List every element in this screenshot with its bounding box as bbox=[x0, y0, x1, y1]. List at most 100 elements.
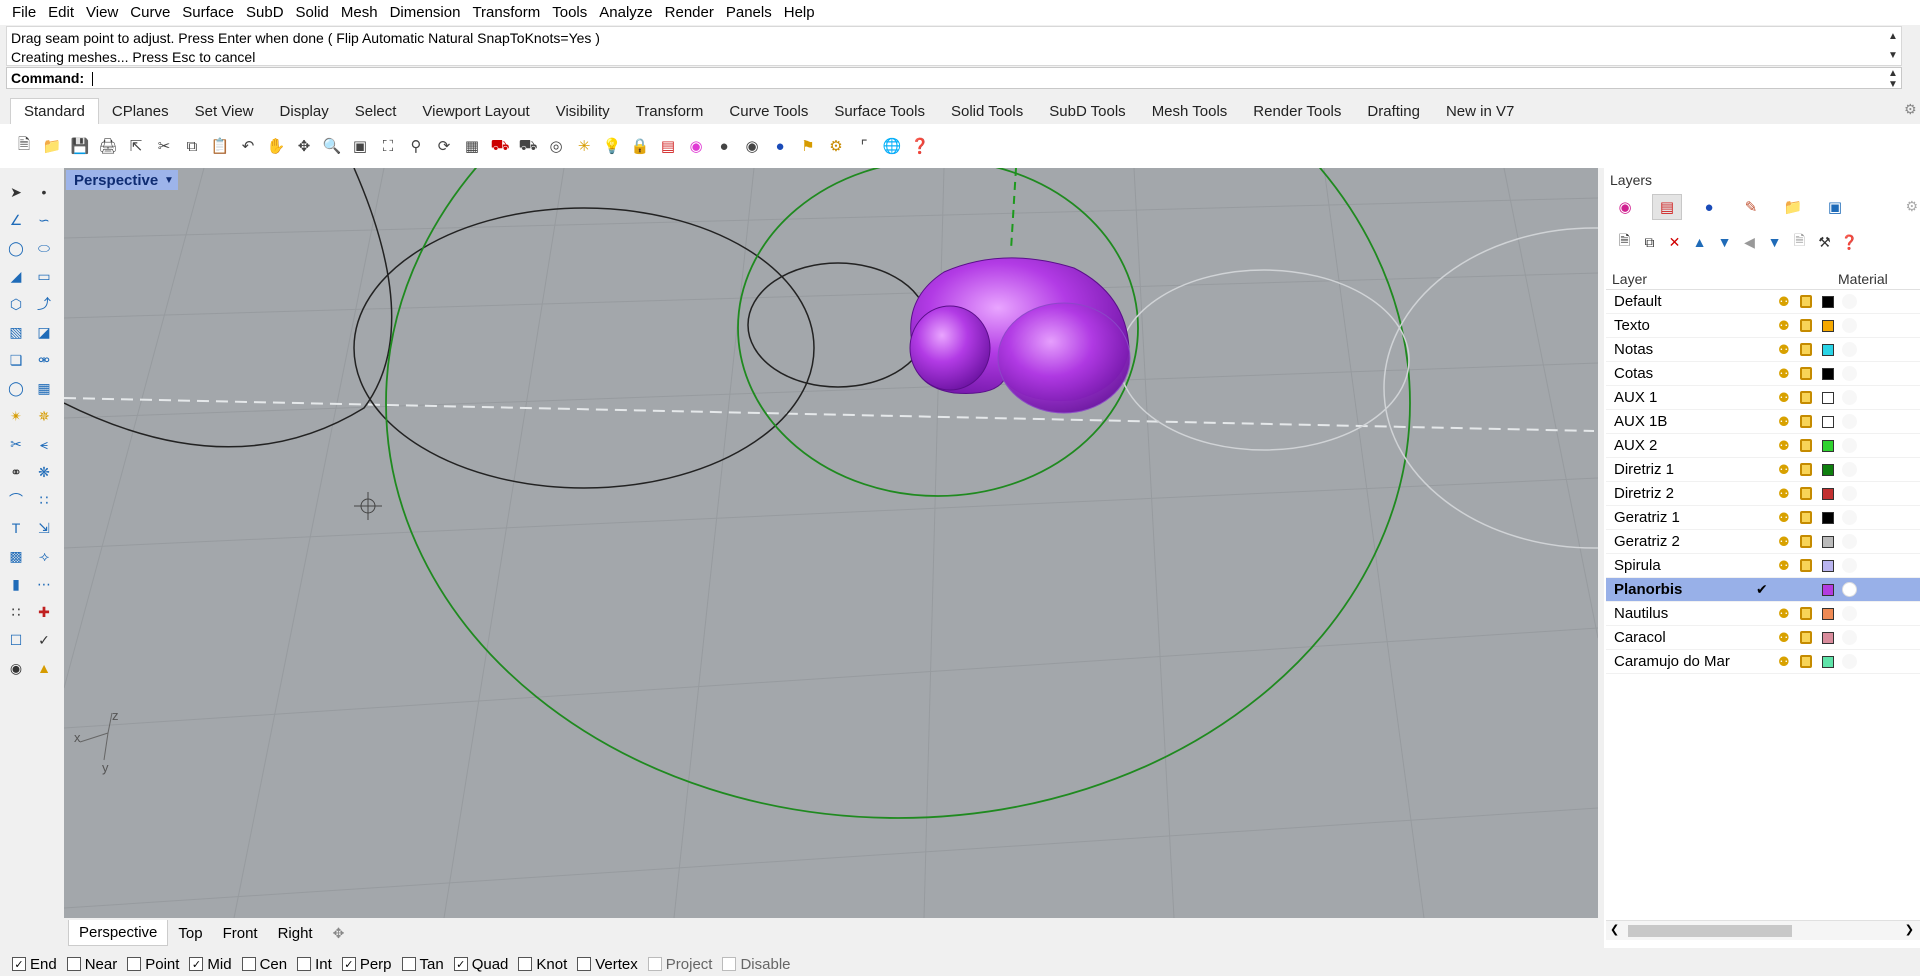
menu-solid[interactable]: Solid bbox=[290, 4, 335, 21]
print-icon[interactable]: 🖨 bbox=[96, 134, 120, 158]
libraries-panel-folder-icon[interactable]: 📁 bbox=[1778, 194, 1808, 220]
tab-subd-tools[interactable]: SubD Tools bbox=[1036, 99, 1138, 124]
menu-subd[interactable]: SubD bbox=[240, 4, 290, 21]
viewport-tab-right[interactable]: Right bbox=[268, 921, 323, 946]
split-icon[interactable]: ⪪ bbox=[32, 432, 56, 456]
layer-material-swatch[interactable] bbox=[1842, 366, 1857, 381]
extrude-surface-icon[interactable]: ◪ bbox=[32, 320, 56, 344]
toolbar-options-gear-icon[interactable]: ⚙ bbox=[1904, 101, 1917, 118]
tab-mesh-tools[interactable]: Mesh Tools bbox=[1139, 99, 1241, 124]
unlock-icon[interactable] bbox=[1800, 343, 1812, 356]
osnap-perp[interactable]: ✓ Perp bbox=[341, 956, 392, 973]
menu-file[interactable]: File bbox=[6, 4, 42, 21]
layer-color-swatch[interactable] bbox=[1822, 392, 1834, 404]
layer-material-swatch[interactable] bbox=[1842, 390, 1857, 405]
boolean-union-icon[interactable]: ⚮ bbox=[32, 348, 56, 372]
layer-material-swatch[interactable] bbox=[1842, 414, 1857, 429]
add-viewport-tab-icon[interactable]: ✥ bbox=[323, 921, 355, 946]
polyline-icon[interactable]: ∠ bbox=[4, 208, 28, 232]
dimension-tool-icon[interactable]: ⋯ bbox=[32, 572, 56, 596]
new-file-icon[interactable]: 🗎 bbox=[12, 134, 36, 158]
viewport-tab-front[interactable]: Front bbox=[213, 921, 268, 946]
osnap-checkbox[interactable] bbox=[518, 957, 533, 971]
tab-set-view[interactable]: Set View bbox=[182, 99, 267, 124]
check-icon[interactable]: ✓ bbox=[32, 628, 56, 652]
move-view-icon[interactable]: ✥ bbox=[292, 134, 316, 158]
menu-edit[interactable]: Edit bbox=[42, 4, 80, 21]
layer-material-swatch[interactable] bbox=[1842, 534, 1857, 549]
materials-panel-brush-icon[interactable]: ✎ bbox=[1736, 194, 1766, 220]
layer-help-icon[interactable]: ❓ bbox=[1839, 232, 1860, 252]
properties-panel-color-wheel-icon[interactable]: ◉ bbox=[1610, 194, 1640, 220]
layer-name[interactable]: Spirula bbox=[1614, 557, 1661, 574]
osnap-disable[interactable]: Disable bbox=[722, 956, 791, 973]
tab-drafting[interactable]: Drafting bbox=[1354, 99, 1433, 124]
globe-icon[interactable]: 🌐 bbox=[880, 134, 904, 158]
column-header-layer[interactable]: Layer bbox=[1612, 271, 1647, 287]
layer-color-swatch[interactable] bbox=[1822, 296, 1834, 308]
undo-icon[interactable]: ↶ bbox=[236, 134, 260, 158]
circle-icon[interactable]: ◯ bbox=[4, 236, 28, 260]
osnap-vertex[interactable]: Vertex bbox=[577, 956, 638, 973]
light-bulb-icon[interactable]: ⚉ bbox=[1778, 318, 1790, 334]
arc-icon[interactable]: ◢ bbox=[4, 264, 28, 288]
surface-icon[interactable]: ▧ bbox=[4, 320, 28, 344]
unlock-icon[interactable] bbox=[1800, 511, 1812, 524]
osnap-knot[interactable]: Knot bbox=[518, 956, 567, 973]
unlock-icon[interactable] bbox=[1800, 559, 1812, 572]
export-icon[interactable]: ⇱ bbox=[124, 134, 148, 158]
tab-transform[interactable]: Transform bbox=[623, 99, 717, 124]
layer-name[interactable]: AUX 1 bbox=[1614, 389, 1657, 406]
unlock-icon[interactable] bbox=[1800, 415, 1812, 428]
zoom-selected-icon[interactable]: ⚲ bbox=[404, 134, 428, 158]
layer-material-swatch[interactable] bbox=[1842, 654, 1857, 669]
spotlight-icon[interactable]: ✵ bbox=[32, 404, 56, 428]
viewport-title-tab[interactable]: Perspective ▼ bbox=[66, 170, 178, 190]
layer-material-swatch[interactable] bbox=[1842, 510, 1857, 525]
move-out-icon[interactable]: ◀ bbox=[1739, 232, 1760, 252]
scale-icon[interactable]: ⇲ bbox=[32, 516, 56, 540]
scroll-right-icon[interactable]: ❯ bbox=[1905, 923, 1914, 936]
unlock-icon[interactable] bbox=[1800, 319, 1812, 332]
new-sublayer-icon[interactable]: ⧉ bbox=[1639, 232, 1660, 252]
new-layer-icon[interactable]: 🗎 bbox=[1614, 232, 1635, 252]
command-input[interactable] bbox=[92, 72, 94, 87]
layer-name[interactable]: Texto bbox=[1614, 317, 1650, 334]
viewport-title[interactable]: Perspective bbox=[74, 172, 158, 189]
four-viewports-icon[interactable]: ▦ bbox=[460, 134, 484, 158]
color-wheel-icon[interactable]: ◉ bbox=[684, 134, 708, 158]
point-icon[interactable]: • bbox=[32, 180, 56, 204]
layer-row[interactable]: Diretriz 1 ⚉ bbox=[1606, 458, 1920, 482]
menu-analyze[interactable]: Analyze bbox=[593, 4, 658, 21]
perspective-viewport[interactable]: x y z bbox=[64, 168, 1598, 918]
planorbis-shell-object[interactable] bbox=[909, 257, 1131, 414]
menu-tools[interactable]: Tools bbox=[546, 4, 593, 21]
options-gears-icon[interactable]: ⚙ bbox=[824, 134, 848, 158]
menu-render[interactable]: Render bbox=[659, 4, 720, 21]
block-icon[interactable]: ▮ bbox=[4, 572, 28, 596]
osnap-checkbox[interactable] bbox=[297, 957, 312, 971]
unlock-icon[interactable] bbox=[1800, 367, 1812, 380]
tab-select[interactable]: Select bbox=[342, 99, 410, 124]
layer-row[interactable]: AUX 1B ⚉ bbox=[1606, 410, 1920, 434]
layer-material-swatch[interactable] bbox=[1842, 630, 1857, 645]
layer-color-swatch[interactable] bbox=[1822, 464, 1834, 476]
command-history[interactable]: Drag seam point to adjust. Press Enter w… bbox=[6, 26, 1902, 66]
group-icon[interactable]: ▩ bbox=[4, 544, 28, 568]
car-outline-icon[interactable]: ⛟ bbox=[516, 134, 540, 158]
menu-surface[interactable]: Surface bbox=[176, 4, 240, 21]
osnap-checkbox[interactable] bbox=[401, 957, 416, 971]
light-icon[interactable]: ✴ bbox=[4, 404, 28, 428]
layer-row[interactable]: Diretriz 2 ⚉ bbox=[1606, 482, 1920, 506]
curve-icon[interactable]: ∽ bbox=[32, 208, 56, 232]
viewport-tab-top[interactable]: Top bbox=[168, 921, 212, 946]
flag-icon[interactable]: ⚑ bbox=[796, 134, 820, 158]
box-solid-icon[interactable]: ❏ bbox=[4, 348, 28, 372]
layer-name[interactable]: Diretriz 2 bbox=[1614, 485, 1674, 502]
copy-icon[interactable]: ⧉ bbox=[180, 134, 204, 158]
layer-row[interactable]: Notas ⚉ bbox=[1606, 338, 1920, 362]
layer-color-swatch[interactable] bbox=[1822, 440, 1834, 452]
open-folder-icon[interactable]: 📁 bbox=[40, 134, 64, 158]
layer-color-swatch[interactable] bbox=[1822, 632, 1834, 644]
layer-material-swatch[interactable] bbox=[1842, 318, 1857, 333]
